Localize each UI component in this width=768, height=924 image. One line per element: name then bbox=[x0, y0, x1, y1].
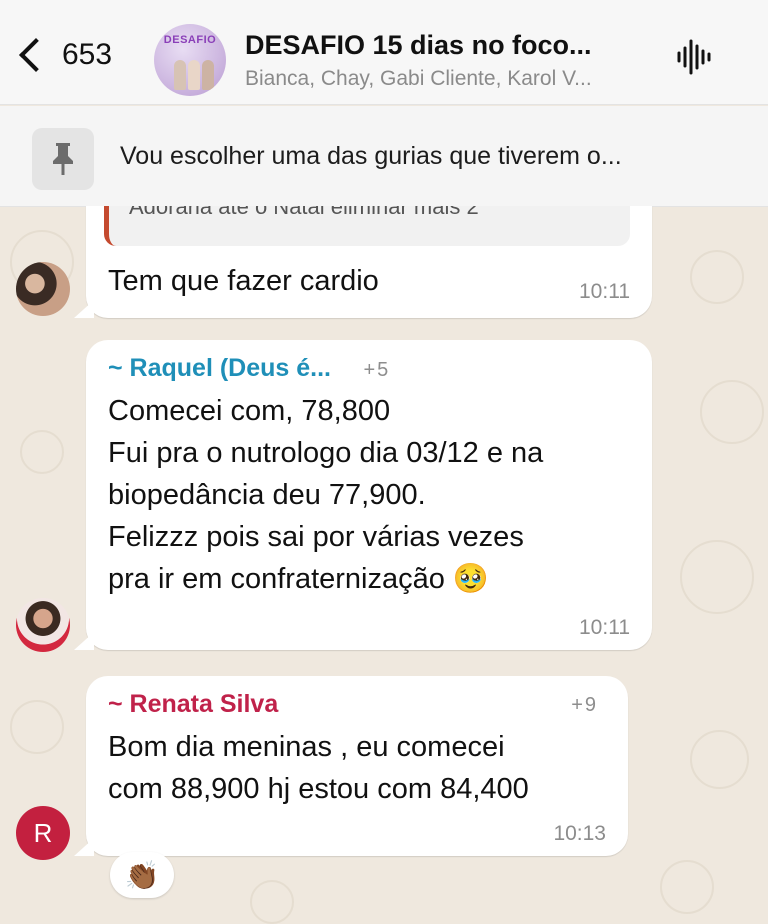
group-avatar-logo: DESAFIO bbox=[163, 34, 217, 46]
avatar[interactable] bbox=[16, 262, 70, 316]
message-line: pra ir em confraternização 🥹 bbox=[108, 563, 490, 595]
unread-count: 653 bbox=[62, 38, 113, 71]
message-line: Bom dia meninas , eu comecei bbox=[108, 731, 505, 763]
quoted-text: Adoraria até o Natal eliminar mais 2 bbox=[129, 206, 479, 219]
clapping-hands-icon: 👏🏾 bbox=[124, 859, 160, 891]
message-bubble[interactable]: Adoraria até o Natal eliminar mais 2 Tem… bbox=[74, 206, 652, 318]
back-button[interactable]: 653 bbox=[18, 30, 112, 80]
message-line: biopedância deu 77,900. bbox=[108, 479, 426, 511]
pinned-message-bar[interactable]: Vou escolher uma das gurias que tiverem … bbox=[0, 106, 768, 207]
avatar-initial: R bbox=[33, 817, 53, 848]
group-title: DESAFIO 15 dias no foco... bbox=[245, 30, 592, 60]
avatar[interactable]: R bbox=[16, 806, 70, 860]
message-time: 10:11 bbox=[579, 616, 630, 639]
message-line: Comecei com, 78,800 bbox=[108, 395, 391, 427]
sender-name[interactable]: ~ Renata Silva bbox=[108, 690, 278, 718]
message-text: Tem que fazer cardio bbox=[108, 265, 379, 297]
message-line: com 88,900 hj estou com 84,400 bbox=[108, 773, 529, 805]
group-avatar[interactable]: DESAFIO bbox=[154, 24, 226, 96]
pinned-text: Vou escolher uma das gurias que tiverem … bbox=[120, 142, 622, 170]
message-text: Bom dia meninas , eu comecei com 88,900 … bbox=[108, 726, 529, 810]
message-text: Comecei com, 78,800 Fui pra o nutrologo … bbox=[108, 390, 543, 600]
pin-icon bbox=[32, 128, 94, 190]
chat-header: 653 DESAFIO DESAFIO 15 dias no foco... B… bbox=[0, 0, 768, 105]
quoted-message[interactable]: Adoraria até o Natal eliminar mais 2 bbox=[104, 206, 630, 246]
group-info[interactable]: DESAFIO 15 dias no foco... Bianca, Chay,… bbox=[245, 30, 655, 91]
reaction-badge[interactable]: 👏🏾 bbox=[110, 852, 174, 898]
message-line: Fui pra o nutrologo dia 03/12 e na bbox=[108, 437, 544, 469]
chevron-left-icon bbox=[19, 38, 53, 72]
sender-phone: +9 bbox=[571, 694, 598, 716]
message-bubble[interactable]: ~ Raquel (Deus é... +5 Comecei com, 78,8… bbox=[74, 340, 652, 650]
avatar[interactable] bbox=[16, 598, 70, 652]
message-time: 10:13 bbox=[553, 822, 606, 845]
group-members: Bianca, Chay, Gabi Cliente, Karol V... bbox=[245, 67, 592, 90]
message-bubble[interactable]: ~ Renata Silva +9 Bom dia meninas , eu c… bbox=[74, 676, 628, 856]
sender-phone: +5 bbox=[363, 359, 391, 381]
audio-wave-icon[interactable] bbox=[676, 38, 712, 76]
message-time: 10:11 bbox=[579, 280, 630, 303]
message-line: Felizzz pois sai por várias vezes bbox=[108, 521, 524, 553]
sender-name[interactable]: ~ Raquel (Deus é... bbox=[108, 354, 331, 382]
